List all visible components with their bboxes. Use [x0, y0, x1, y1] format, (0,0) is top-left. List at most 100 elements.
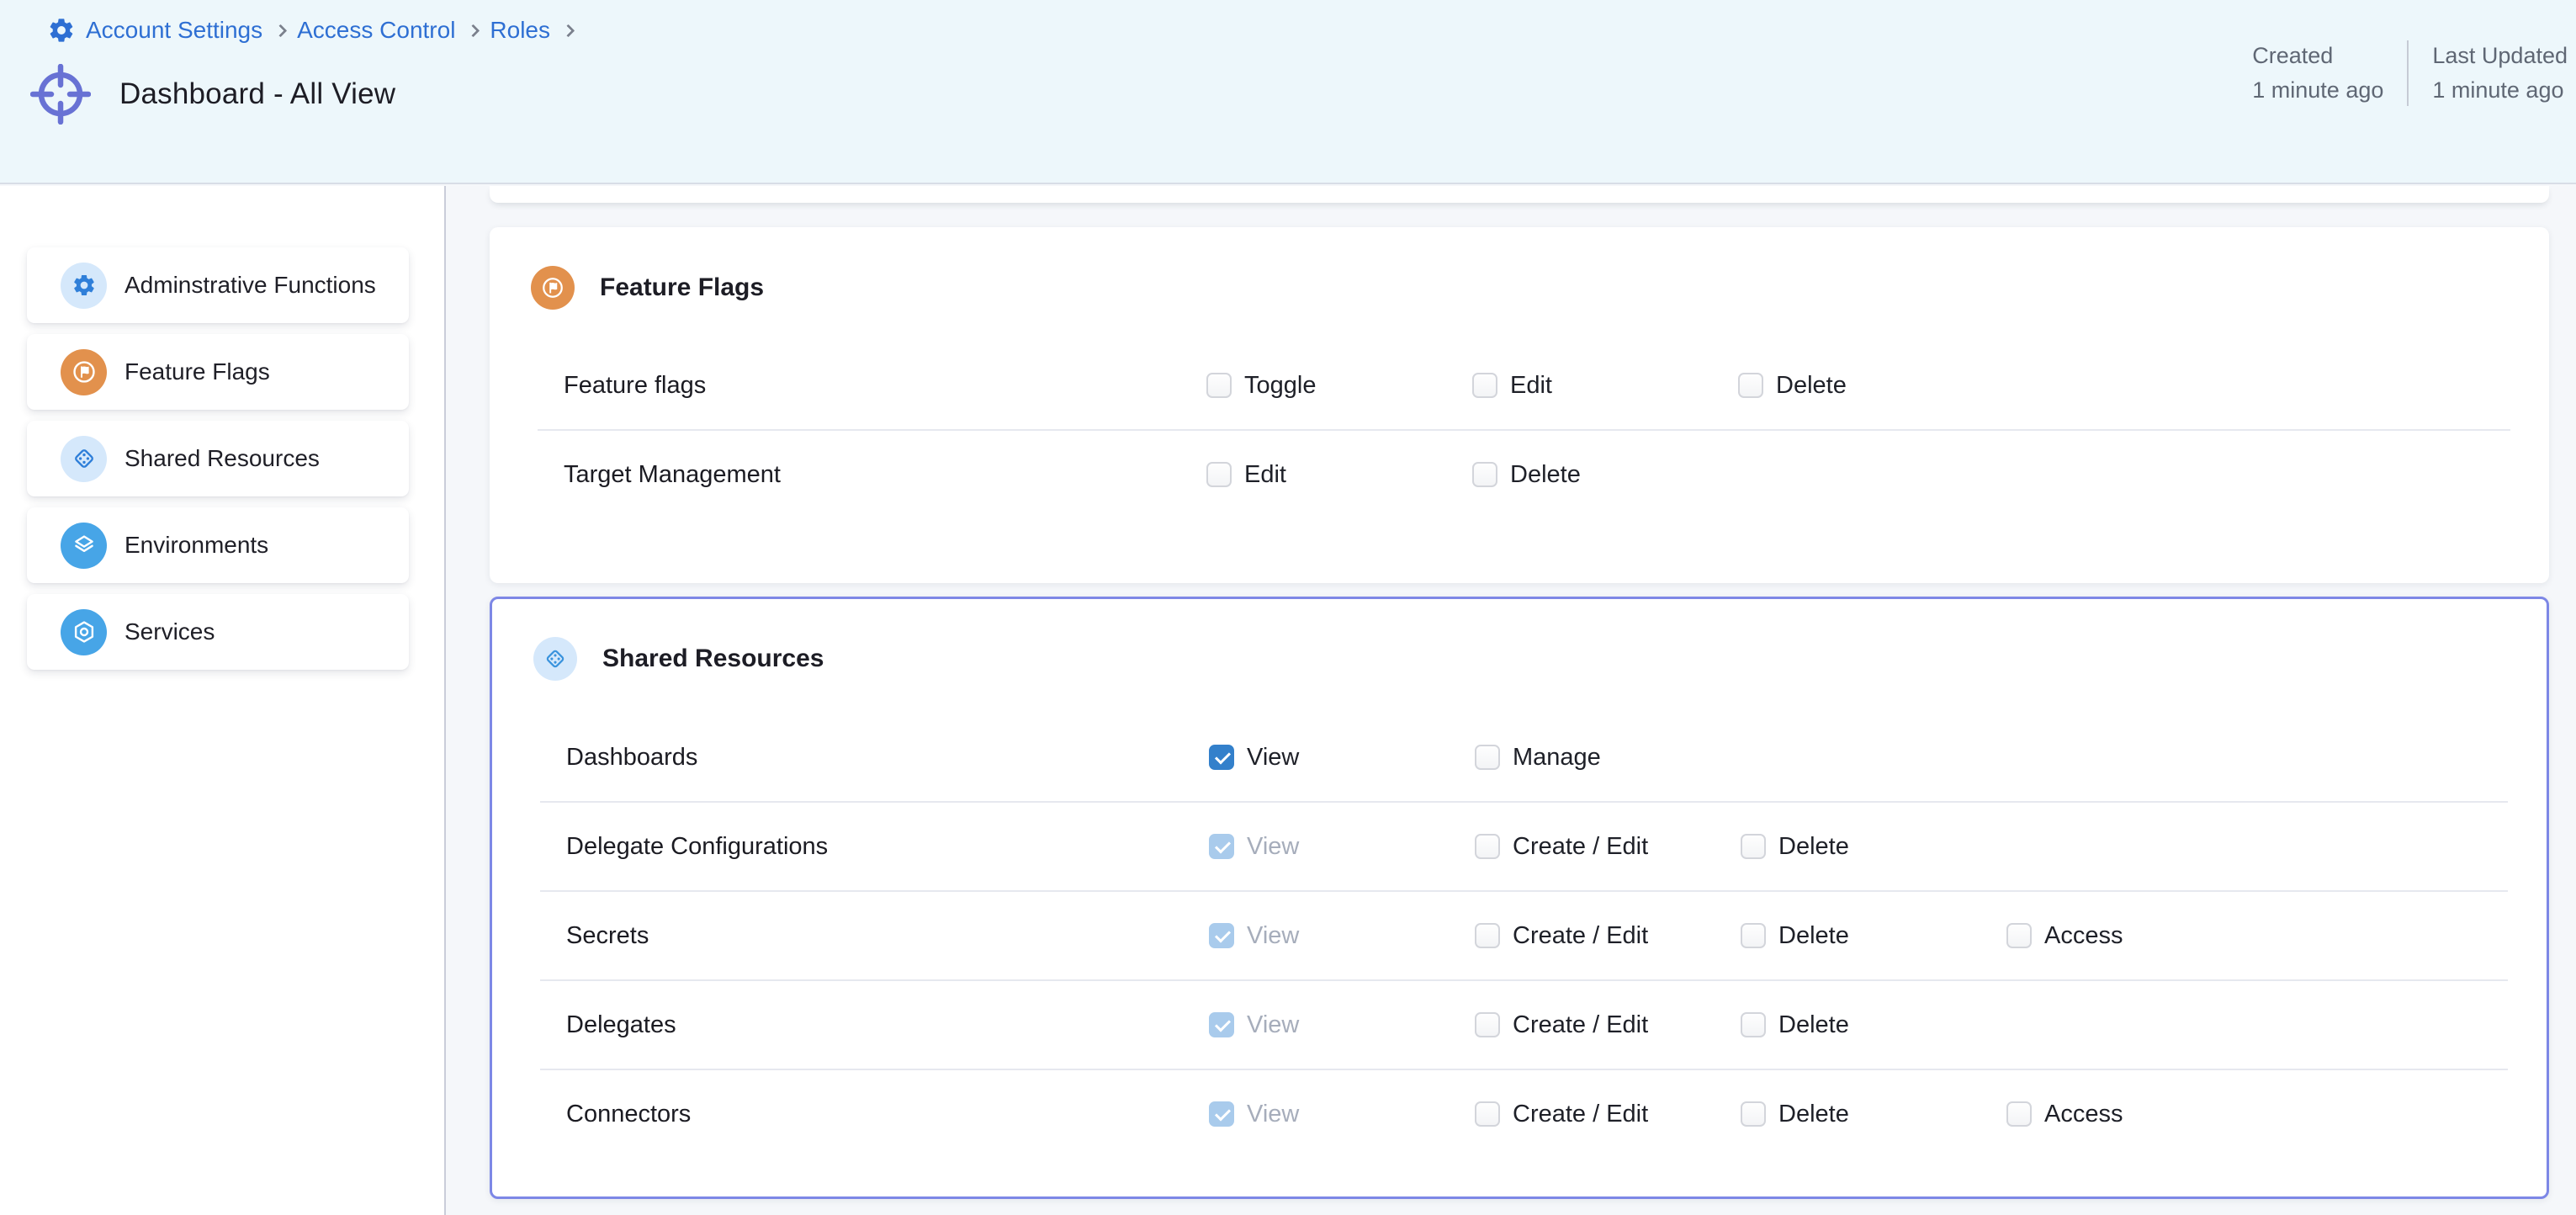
- sidebar-item-services[interactable]: Services: [27, 594, 409, 670]
- previous-section-card-edge: [490, 186, 2549, 203]
- perm-label: Delete: [1778, 1011, 1849, 1039]
- checkbox-view: [1209, 834, 1234, 859]
- perm-edit: Edit: [1472, 372, 1738, 400]
- resource-label: Dashboards: [566, 744, 1209, 772]
- checkbox-access[interactable]: [2006, 923, 2032, 948]
- perm-label: Delete: [1778, 1101, 1849, 1128]
- sidebar-item-label: Adminstrative Functions: [125, 272, 376, 299]
- permission-row-connectors: Connectors View Create / Edit Delete Acc…: [492, 1070, 2547, 1158]
- checkbox-create-edit[interactable]: [1475, 1012, 1500, 1037]
- perm-access: Access: [2006, 922, 2272, 950]
- perm-create-edit: Create / Edit: [1475, 1101, 1741, 1128]
- perm-label: Toggle: [1244, 372, 1316, 400]
- perm-delete: Delete: [1741, 1101, 2006, 1128]
- checkbox-delete[interactable]: [1741, 834, 1766, 859]
- perm-access: Access: [2006, 1101, 2272, 1128]
- permission-row-secrets: Secrets View Create / Edit Delete Access: [492, 892, 2547, 979]
- flag-icon: [61, 349, 107, 395]
- perm-label: Edit: [1244, 461, 1286, 489]
- checkbox-create-edit[interactable]: [1475, 923, 1500, 948]
- breadcrumb: Account Settings Access Control Roles: [47, 15, 585, 45]
- sidebar-item-environments[interactable]: Environments: [27, 507, 409, 583]
- resource-label: Delegate Configurations: [566, 833, 1209, 861]
- perm-label: Create / Edit: [1513, 833, 1648, 861]
- checkbox-view: [1209, 1101, 1234, 1127]
- perm-label: Access: [2044, 922, 2123, 950]
- chevron-right-icon: [467, 24, 480, 37]
- perm-label: Delete: [1776, 372, 1847, 400]
- sidebar-item-administrative-functions[interactable]: Adminstrative Functions: [27, 247, 409, 323]
- permission-row-dashboards: Dashboards View Manage: [492, 714, 2547, 801]
- perm-label: View: [1247, 922, 1299, 950]
- section-feature-flags: Feature Flags Feature flags Toggle Edit …: [490, 227, 2549, 583]
- diamond-icon: [61, 436, 107, 482]
- created-block: Created 1 minute ago: [2252, 39, 2383, 108]
- perm-delete: Delete: [1741, 833, 2006, 861]
- perm-label: Delete: [1778, 922, 1849, 950]
- section-shared-resources: Shared Resources Dashboards View Manage …: [490, 597, 2549, 1199]
- chevron-right-icon: [274, 24, 288, 37]
- layers-icon: [61, 523, 107, 569]
- resource-label: Secrets: [566, 922, 1209, 950]
- checkbox-edit[interactable]: [1206, 462, 1232, 487]
- checkbox-view: [1209, 923, 1234, 948]
- sidebar-item-shared-resources[interactable]: Shared Resources: [27, 421, 409, 496]
- perm-delete: Delete: [1472, 461, 1738, 489]
- perm-label: Access: [2044, 1101, 2123, 1128]
- checkbox-view[interactable]: [1209, 745, 1234, 770]
- section-title: Shared Resources: [602, 645, 824, 673]
- checkbox-toggle[interactable]: [1206, 373, 1232, 398]
- sidebar-item-label: Shared Resources: [125, 445, 320, 472]
- checkbox-manage[interactable]: [1475, 745, 1500, 770]
- checkbox-delete[interactable]: [1741, 1101, 1766, 1127]
- role-meta: Created 1 minute ago Last Updated 1 minu…: [2252, 39, 2568, 108]
- perm-label: View: [1247, 744, 1299, 772]
- perm-view: View: [1209, 922, 1475, 950]
- perm-view: View: [1209, 744, 1475, 772]
- sidebar-item-label: Services: [125, 618, 215, 645]
- resource-label: Target Management: [564, 461, 1206, 489]
- sidebar-item-label: Environments: [125, 532, 268, 559]
- checkbox-view: [1209, 1012, 1234, 1037]
- meta-divider: [2407, 40, 2409, 106]
- checkbox-delete[interactable]: [1741, 1012, 1766, 1037]
- hexagon-icon: [61, 609, 107, 655]
- checkbox-edit[interactable]: [1472, 373, 1497, 398]
- diamond-icon: [533, 637, 577, 681]
- perm-label: View: [1247, 1101, 1299, 1128]
- checkbox-delete[interactable]: [1738, 373, 1763, 398]
- perm-create-edit: Create / Edit: [1475, 833, 1741, 861]
- perm-label: Manage: [1513, 744, 1601, 772]
- perm-create-edit: Create / Edit: [1475, 922, 1741, 950]
- chevron-right-icon: [562, 24, 575, 37]
- section-title: Feature Flags: [600, 273, 764, 302]
- resource-label: Feature flags: [564, 372, 1206, 400]
- page-title: Dashboard - All View: [119, 77, 395, 111]
- sidebar-item-feature-flags[interactable]: Feature Flags: [27, 334, 409, 410]
- perm-label: Edit: [1510, 372, 1552, 400]
- perm-delete: Delete: [1741, 922, 2006, 950]
- perm-view: View: [1209, 1101, 1475, 1128]
- perm-label: View: [1247, 1011, 1299, 1039]
- checkbox-delete[interactable]: [1741, 923, 1766, 948]
- perm-toggle: Toggle: [1206, 372, 1472, 400]
- perm-view: View: [1209, 833, 1475, 861]
- sidebar-item-label: Feature Flags: [125, 358, 270, 385]
- checkbox-create-edit[interactable]: [1475, 1101, 1500, 1127]
- resource-group-sidebar: Adminstrative Functions Feature Flags Sh…: [0, 186, 446, 1215]
- last-updated-label: Last Updated: [2432, 39, 2568, 73]
- perm-label: Delete: [1510, 461, 1581, 489]
- checkbox-access[interactable]: [2006, 1101, 2032, 1127]
- breadcrumb-roles[interactable]: Roles: [490, 15, 550, 45]
- perm-view: View: [1209, 1011, 1475, 1039]
- page-header: Account Settings Access Control Roles Da…: [0, 0, 2576, 184]
- checkbox-create-edit[interactable]: [1475, 834, 1500, 859]
- permission-row-delegate-configurations: Delegate Configurations View Create / Ed…: [492, 803, 2547, 890]
- perm-label: Create / Edit: [1513, 1101, 1648, 1128]
- perm-label: View: [1247, 833, 1299, 861]
- checkbox-delete[interactable]: [1472, 462, 1497, 487]
- breadcrumb-access-control[interactable]: Access Control: [297, 15, 455, 45]
- permission-row-delegates: Delegates View Create / Edit Delete: [492, 981, 2547, 1069]
- breadcrumb-account-settings[interactable]: Account Settings: [86, 15, 262, 45]
- permissions-panel: Feature Flags Feature flags Toggle Edit …: [448, 186, 2576, 1215]
